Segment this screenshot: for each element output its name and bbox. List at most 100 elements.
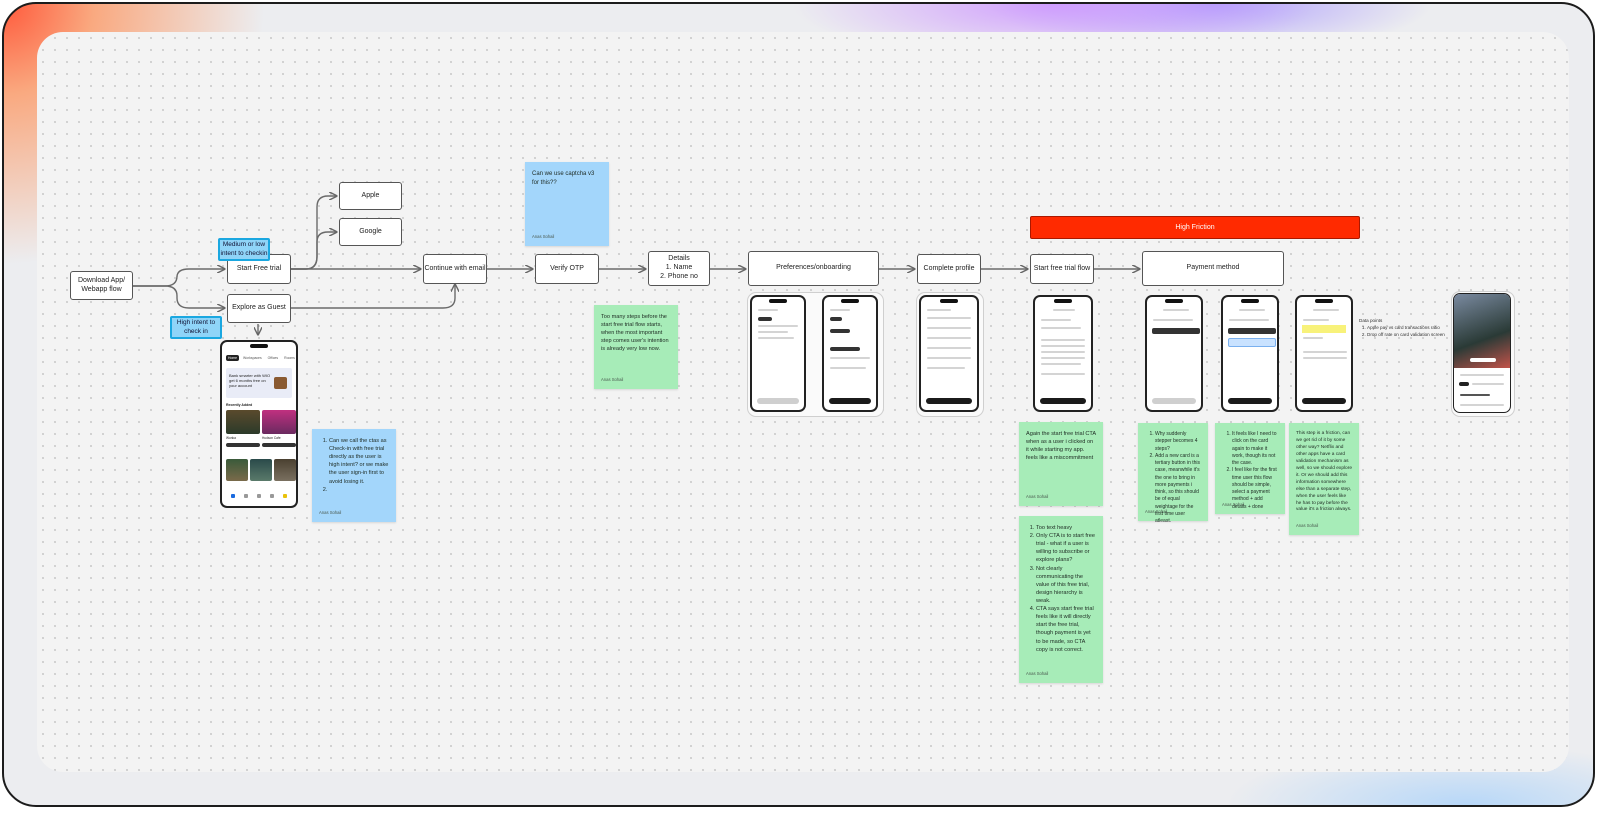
preferences-screen-mockup-2[interactable] (822, 295, 878, 412)
preferences-onboarding-box[interactable]: Preferences/onboarding (748, 251, 879, 286)
text-line (1053, 309, 1075, 311)
text-line (927, 327, 971, 329)
guest-tab[interactable]: Offices (266, 355, 281, 361)
star-icon[interactable] (283, 494, 288, 498)
pay-button[interactable] (1302, 398, 1346, 404)
continue-button[interactable] (1152, 398, 1196, 404)
member-home-screen-mockup[interactable] (1453, 293, 1511, 413)
chip-selected[interactable] (830, 317, 842, 321)
sticky-stepper[interactable]: Why suddenly stepper becomes 4 steps? Ad… (1138, 423, 1208, 524)
text-line (927, 309, 951, 311)
whiteboard-canvas[interactable]: Download App/ Webapp flow Start Free tri… (37, 32, 1569, 772)
check-in-button[interactable] (1470, 358, 1496, 362)
phone-notch (940, 299, 958, 303)
chip-selected[interactable] (1459, 382, 1469, 386)
sticky-text-heavy[interactable]: Too text heavy Only CTA is to start free… (1019, 516, 1103, 683)
sticky-author: Anas Sohail (1296, 522, 1319, 528)
text-line (1041, 373, 1085, 375)
continue-with-email-box[interactable]: Continue with email (423, 254, 487, 284)
home-icon[interactable] (230, 494, 235, 498)
sticky-captcha-text: Can we use captcha v3 for this?? (532, 171, 595, 186)
complete-profile-screen-mockup[interactable] (919, 295, 979, 412)
text-line (830, 367, 866, 369)
high-friction-banner[interactable]: High Friction (1030, 216, 1360, 239)
payment-method-box[interactable]: Payment method (1142, 251, 1284, 286)
continue-button[interactable] (926, 398, 972, 404)
sticky-again-trial[interactable]: Again the start free trial CTA when as a… (1019, 422, 1103, 506)
high-intent-tag[interactable]: High intent to check in (170, 316, 222, 339)
apple-pay-button[interactable] (1228, 328, 1276, 334)
start-free-trial-button[interactable] (1040, 398, 1086, 404)
guest-tab[interactable]: Home (226, 355, 240, 361)
bottom-tab-bar (226, 494, 292, 500)
text-line (1303, 351, 1347, 353)
details-title: Details (668, 255, 690, 263)
sticky-captcha[interactable]: Can we use captcha v3 for this?? Anas So… (525, 162, 609, 246)
calendar-icon[interactable] (256, 494, 261, 498)
listing-cta-button[interactable] (262, 443, 296, 447)
medium-low-intent-tag[interactable]: Medium or low intent to checkin (218, 238, 270, 261)
explore-as-guest-box[interactable]: Explore as Guest (227, 294, 291, 323)
text-line (927, 367, 965, 369)
sticky-friction-step[interactable]: This step is a friction, can we get rid … (1289, 423, 1359, 535)
promo-text: Bank smarter with WIO get 6 months free … (229, 373, 271, 389)
guest-tab[interactable]: Rooms (282, 355, 296, 361)
verify-otp-box[interactable]: Verify OTP (535, 254, 599, 284)
sticky-ctas-checkin[interactable]: Can we call the ctas as Check-in with fr… (312, 429, 396, 522)
guest-tab[interactable]: Workspaces (241, 355, 264, 361)
text-line (1041, 357, 1085, 359)
data-points-note[interactable]: Data points Apple pay vs card transactio… (1359, 318, 1459, 339)
selected-card[interactable] (1228, 338, 1276, 347)
text-line (1313, 309, 1339, 311)
phone-notch (1054, 299, 1072, 303)
sticky-again-trial-text: Again the start free trial CTA when as a… (1026, 431, 1096, 462)
sticky-friction-step-text: This step is a friction, can we get rid … (1296, 431, 1352, 513)
listing-image[interactable] (226, 459, 248, 481)
listing-image[interactable] (274, 459, 296, 481)
data-points-title: Data points (1359, 318, 1383, 323)
listing-image[interactable] (226, 410, 260, 434)
payment-method-screen-mockup-1[interactable] (1145, 295, 1203, 412)
apple-pay-button[interactable] (1152, 328, 1200, 334)
text-line (1303, 337, 1323, 339)
search-icon[interactable] (243, 494, 248, 498)
sticky-author: Anas Sohail (1026, 670, 1049, 676)
chip-selected[interactable] (830, 347, 860, 351)
next-button[interactable] (829, 398, 871, 404)
download-app-box[interactable]: Download App/ Webapp flow (70, 271, 133, 300)
guest-home-screen-mockup[interactable]: Home Workspaces Offices Rooms Bank smart… (220, 340, 298, 508)
apple-box[interactable]: Apple (339, 182, 402, 210)
promo-banner[interactable]: Bank smarter with WIO get 6 months free … (226, 368, 292, 398)
sticky-list-item: CTA says start free trial feels like it … (1036, 605, 1096, 654)
data-point-item: Drop off rate on card validation screen (1367, 332, 1459, 339)
card-validation-screen-mockup[interactable] (1295, 295, 1353, 412)
listing-image[interactable] (262, 410, 296, 434)
continue-button[interactable] (1228, 398, 1272, 404)
complete-profile-box[interactable]: Complete profile (917, 254, 981, 284)
sticky-card-again[interactable]: It feels like I need to click on the car… (1215, 423, 1285, 514)
details-item-name: 1. Name (665, 264, 693, 272)
search-bar[interactable] (1460, 374, 1504, 376)
sticky-author: Anas Sohail (1145, 508, 1168, 514)
payment-method-screen-mockup-2[interactable] (1221, 295, 1279, 412)
sticky-too-many-steps[interactable]: Too many steps before the start free tri… (594, 305, 678, 389)
text-line (1303, 357, 1347, 359)
phone-notch (769, 299, 787, 303)
text-line (758, 309, 778, 311)
window-frame: Download App/ Webapp flow Start Free tri… (2, 2, 1595, 807)
free-trial-screen-mockup[interactable] (1033, 295, 1093, 412)
chip-selected[interactable] (830, 329, 850, 333)
preferences-screen-mockup-1[interactable] (750, 295, 806, 412)
recently-added-heading: Recently Added (226, 403, 253, 407)
listing-cta-button[interactable] (226, 443, 260, 447)
start-free-trial-flow-box[interactable]: Start free trial flow (1030, 254, 1094, 284)
profile-icon[interactable] (270, 494, 275, 498)
listing-image[interactable] (250, 459, 272, 481)
next-button[interactable] (757, 398, 799, 404)
highlighted-text (1302, 325, 1346, 333)
google-box[interactable]: Google (339, 218, 402, 246)
phone-notch (1315, 299, 1333, 303)
details-box[interactable]: Details 1. Name 2. Phone no (648, 251, 710, 286)
chip-selected[interactable] (758, 317, 772, 321)
text-line (758, 331, 788, 333)
